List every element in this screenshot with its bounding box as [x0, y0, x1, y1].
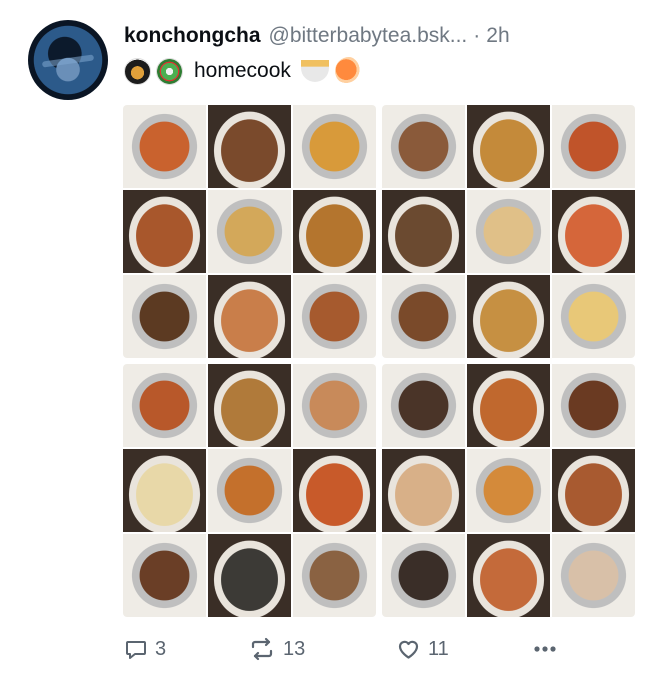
food-photo	[123, 190, 206, 273]
fried-shrimp-icon	[334, 57, 363, 85]
food-photo	[467, 190, 550, 273]
post-card: konchongcha @bitterbabytea.bsk... · 2h h…	[0, 0, 658, 680]
food-photo	[208, 364, 291, 447]
more-options-button[interactable]	[532, 634, 558, 664]
food-photo	[382, 190, 465, 273]
food-photo	[552, 449, 635, 532]
timestamp[interactable]: 2h	[486, 24, 509, 48]
food-photo	[208, 190, 291, 273]
food-photo	[382, 449, 465, 532]
food-photo	[293, 364, 376, 447]
image-collage-2[interactable]	[382, 105, 635, 358]
separator: ·	[473, 24, 481, 47]
post-header: konchongcha @bitterbabytea.bsk... · 2h	[124, 24, 510, 50]
food-photo	[123, 449, 206, 532]
food-photo	[382, 534, 465, 617]
food-photo	[467, 449, 550, 532]
food-photo	[467, 275, 550, 358]
food-photo	[208, 105, 291, 188]
ramen-icon	[300, 60, 329, 82]
food-photo	[208, 449, 291, 532]
food-photo	[293, 449, 376, 532]
image-grid	[123, 105, 635, 617]
food-photo	[208, 275, 291, 358]
food-photo	[293, 190, 376, 273]
heart-icon	[398, 640, 419, 659]
food-photo	[123, 105, 206, 188]
food-photo	[123, 534, 206, 617]
food-photo	[552, 534, 635, 617]
reply-button[interactable]: 3	[124, 634, 166, 664]
image-collage-1[interactable]	[123, 105, 376, 358]
food-photo	[208, 534, 291, 617]
post-body: homecook	[194, 59, 291, 82]
food-photo	[552, 275, 635, 358]
image-collage-4[interactable]	[382, 364, 635, 617]
food-photo	[293, 105, 376, 188]
food-photo	[467, 105, 550, 188]
food-photo	[123, 275, 206, 358]
image-collage-3[interactable]	[123, 364, 376, 617]
avatar[interactable]	[28, 20, 108, 100]
reply-icon	[126, 641, 146, 659]
food-photo	[293, 534, 376, 617]
food-photo	[552, 105, 635, 188]
repost-icon	[251, 637, 273, 661]
repost-count: 13	[283, 637, 306, 660]
reply-count: 3	[155, 637, 167, 660]
cooking-pot-icon	[124, 57, 151, 85]
food-photo	[552, 364, 635, 447]
food-photo	[382, 364, 465, 447]
like-button[interactable]: 11	[396, 634, 449, 664]
food-photo	[467, 364, 550, 447]
repost-button[interactable]: 13	[248, 634, 305, 664]
display-name[interactable]: konchongcha	[124, 24, 261, 48]
food-photo	[467, 534, 550, 617]
food-photo	[382, 105, 465, 188]
post-actions: 3 13 11	[124, 634, 564, 666]
food-photo	[382, 275, 465, 358]
like-count: 11	[428, 637, 449, 660]
food-photo	[552, 190, 635, 273]
food-photo	[293, 275, 376, 358]
food-photo	[123, 364, 206, 447]
post-text: homecook	[124, 56, 368, 86]
handle[interactable]: @bitterbabytea.bsk...	[269, 24, 468, 48]
salad-icon	[156, 57, 183, 85]
more-icon	[534, 646, 556, 652]
